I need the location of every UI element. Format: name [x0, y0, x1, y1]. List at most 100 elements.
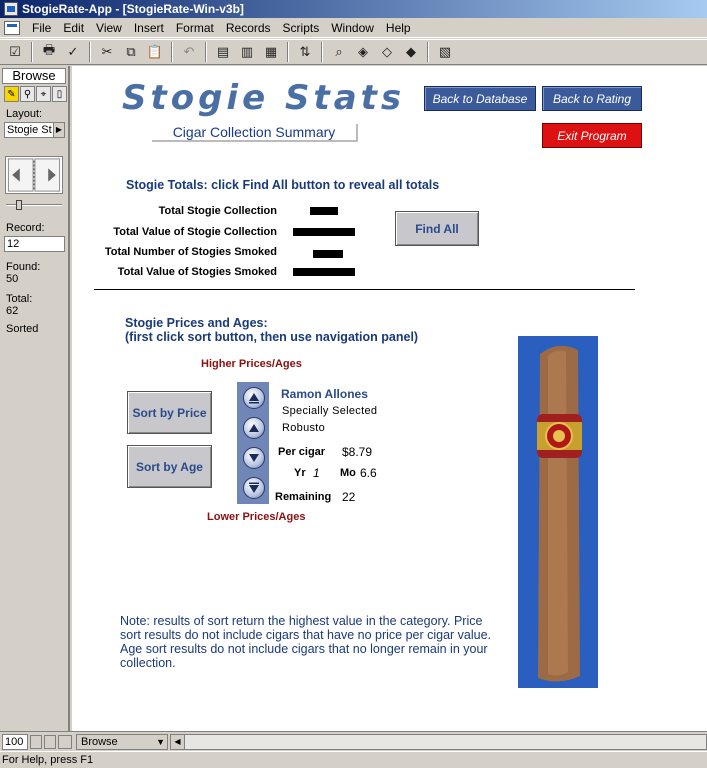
delete-record-icon[interactable]: ▦ — [260, 41, 282, 63]
per-cigar-value: $8.79 — [342, 445, 373, 459]
remaining-value: 22 — [342, 490, 356, 504]
toolbar: ☑ 🖶 ✓ ✂ ⧉ 📋 ↶ ▤ ▥ ▦ ⇅ ⌕ ◈ ◇ ◆ ▧ — [0, 39, 707, 65]
mode-popup-value: Browse — [81, 735, 118, 748]
page-title: Stogie Stats — [122, 78, 406, 118]
slider-track — [6, 204, 62, 206]
totals-heading: Stogie Totals: click Find All button to … — [126, 178, 440, 192]
status-bar: For Help, press F1 — [0, 751, 707, 768]
prices-ages-heading: Stogie Prices and Ages: — [125, 316, 268, 330]
menu-help[interactable]: Help — [380, 21, 417, 35]
toolbar-separator — [31, 42, 33, 62]
layout-value: Stogie St — [7, 124, 52, 136]
app-icon — [4, 2, 18, 16]
title-bar: StogieRate-App - [StogieRate-Win-v3b] — [0, 0, 707, 18]
total-value-smoked-label: Total Value of Stogies Smoked — [117, 266, 277, 278]
redacted-value — [293, 268, 355, 276]
status-area: Browse ✎ ⚲ ⌖ ▯ Layout: Stogie St ▶ Recor… — [0, 66, 70, 731]
redacted-value — [293, 228, 355, 236]
sort-by-age-button[interactable]: Sort by Age — [127, 445, 212, 488]
checkbox-icon[interactable]: ☑ — [4, 41, 26, 63]
per-cigar-label: Per cigar — [278, 446, 326, 458]
first-record-button[interactable] — [243, 387, 265, 409]
menu-window[interactable]: Window — [325, 21, 380, 35]
status-toggle-icon[interactable] — [58, 734, 72, 749]
record-number-input[interactable]: 12 — [4, 236, 65, 252]
found-value: 50 — [6, 273, 19, 285]
magnifier-icon[interactable]: ⚲ — [20, 86, 35, 102]
layout-select[interactable]: Stogie St ▶ — [4, 122, 65, 138]
document-icon[interactable] — [4, 20, 20, 35]
record-slider[interactable] — [6, 200, 62, 210]
menu-file[interactable]: File — [26, 21, 57, 35]
toolbar-separator — [89, 42, 91, 62]
cigar-image — [518, 336, 598, 688]
spellcheck-icon[interactable]: ✓ — [62, 41, 84, 63]
help-icon[interactable]: ▧ — [434, 41, 456, 63]
cut-icon[interactable]: ✂ — [96, 41, 118, 63]
horizontal-scrollbar[interactable]: ◀ — [170, 733, 707, 750]
higher-prices-label: Higher Prices/Ages — [201, 358, 302, 370]
layout-tool-icon[interactable]: ⌖ — [36, 86, 51, 102]
pencil-icon[interactable]: ✎ — [4, 86, 19, 102]
sorted-label: Sorted — [6, 323, 39, 335]
redacted-value — [313, 250, 343, 258]
record-label: Record: — [6, 222, 45, 234]
zoom-in-icon[interactable] — [44, 734, 56, 749]
window-title: StogieRate-App - [StogieRate-Win-v3b] — [22, 2, 244, 16]
mode-popup[interactable]: Browse ▼ — [76, 733, 168, 750]
total-value: 62 — [6, 305, 19, 317]
menu-records[interactable]: Records — [220, 21, 277, 35]
menu-view[interactable]: View — [90, 21, 128, 35]
find-all-icon[interactable]: ◈ — [352, 41, 374, 63]
print-icon[interactable]: 🖶 — [38, 41, 60, 63]
sort-icon[interactable]: ⇅ — [294, 41, 316, 63]
chevron-right-icon[interactable]: ▶ — [53, 123, 64, 137]
chevron-down-icon: ▼ — [156, 736, 165, 747]
toolbar-separator — [205, 42, 207, 62]
new-record-icon[interactable]: ▤ — [212, 41, 234, 63]
omit-icon[interactable]: ◇ — [376, 41, 398, 63]
toolbar-separator — [171, 42, 173, 62]
bottom-bar: 100 Browse ▼ ◀ — [0, 731, 707, 751]
copy-icon[interactable]: ⧉ — [120, 41, 142, 63]
record-book[interactable] — [5, 156, 63, 194]
zoom-level[interactable]: 100 — [2, 733, 28, 750]
cigar-brand: Ramon Allones — [281, 387, 368, 401]
back-to-database-button[interactable]: Back to Database — [424, 86, 536, 111]
mode-icons: ✎ ⚲ ⌖ ▯ — [4, 86, 67, 102]
month-value: 6.6 — [360, 466, 377, 480]
total-label: Total: — [6, 293, 33, 305]
menu-insert[interactable]: Insert — [128, 21, 170, 35]
previous-record-button[interactable] — [243, 417, 265, 439]
duplicate-record-icon[interactable]: ▥ — [236, 41, 258, 63]
sort-note: Note: results of sort return the highest… — [120, 614, 492, 670]
year-value: 1 — [313, 466, 320, 480]
toolbar-separator — [321, 42, 323, 62]
show-omitted-icon[interactable]: ◆ — [400, 41, 422, 63]
paste-icon[interactable]: 📋 — [144, 41, 166, 63]
month-label: Mo — [340, 467, 356, 479]
menu-format[interactable]: Format — [170, 21, 220, 35]
undo-icon[interactable]: ↶ — [178, 41, 200, 63]
last-record-button[interactable] — [243, 477, 265, 499]
year-label: Yr — [294, 467, 306, 479]
find-icon[interactable]: ⌕ — [328, 41, 350, 63]
back-to-rating-button[interactable]: Back to Rating — [542, 86, 642, 111]
slider-thumb[interactable] — [16, 200, 22, 210]
divider — [94, 289, 635, 290]
menu-edit[interactable]: Edit — [57, 21, 90, 35]
navigation-panel — [237, 382, 269, 504]
find-all-button[interactable]: Find All — [395, 211, 479, 246]
layout-label: Layout: — [6, 108, 43, 120]
scroll-left-icon[interactable]: ◀ — [171, 734, 185, 749]
exit-program-button[interactable]: Exit Program — [542, 123, 642, 148]
sort-by-price-button[interactable]: Sort by Price — [127, 391, 212, 434]
lower-prices-label: Lower Prices/Ages — [207, 511, 306, 523]
zoom-out-icon[interactable] — [30, 734, 42, 749]
down-arrow-icon — [249, 454, 259, 462]
page-icon[interactable]: ▯ — [52, 86, 67, 102]
double-up-arrow-icon — [249, 393, 259, 404]
layout-content: Stogie Stats Cigar Collection Summary Ba… — [72, 66, 707, 731]
next-record-button[interactable] — [243, 447, 265, 469]
menu-scripts[interactable]: Scripts — [277, 21, 326, 35]
